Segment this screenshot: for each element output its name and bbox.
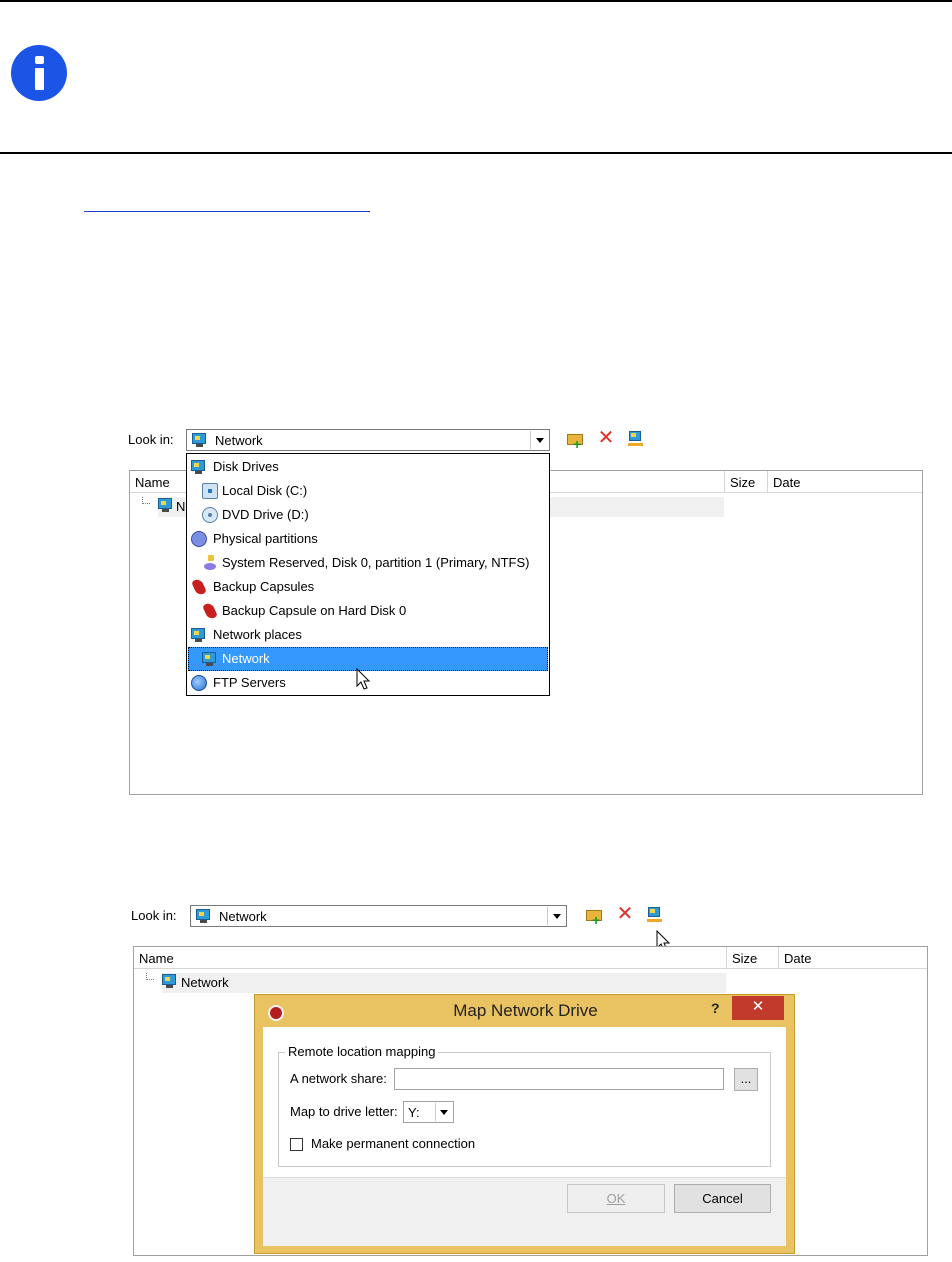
dropdown-item-physical-partitions[interactable]: Physical partitions <box>188 527 548 551</box>
dropdown-item-backup-capsules[interactable]: Backup Capsules <box>188 575 548 599</box>
browse-button[interactable]: ... <box>734 1068 758 1091</box>
map-network-drive-button[interactable] <box>644 904 666 926</box>
red-x-icon: ✕ <box>597 427 615 449</box>
dropdown-item-backup-capsule-hd0[interactable]: Backup Capsule on Hard Disk 0 <box>188 599 548 623</box>
dropdown-item-label: Network <box>222 651 270 666</box>
drive-letter-value: Y: <box>408 1105 420 1120</box>
delete-button[interactable]: ✕ <box>595 428 617 450</box>
group-title: Remote location mapping <box>285 1044 439 1059</box>
dropdown-item-dvd-drive[interactable]: DVD Drive (D:) <box>188 503 548 527</box>
network-monitor-icon <box>196 909 212 923</box>
close-button[interactable]: ✕ <box>732 996 784 1020</box>
dropdown-item-label: Physical partitions <box>213 531 318 546</box>
tree-item-network[interactable]: Network <box>181 975 229 990</box>
permanent-connection-label: Make permanent connection <box>311 1136 476 1151</box>
hyperlink-underline[interactable] <box>84 211 370 212</box>
dropdown-item-label: Network places <box>213 627 302 642</box>
column-date[interactable]: Date <box>768 471 922 493</box>
tree-item-network[interactable]: N <box>176 499 185 514</box>
map-network-icon <box>648 907 660 917</box>
column-size[interactable]: Size <box>727 947 779 969</box>
ok-button[interactable]: OK <box>567 1184 665 1213</box>
column-date[interactable]: Date <box>779 947 927 969</box>
tree-connector <box>142 497 150 504</box>
map-network-drive-dialog: Map Network Drive ? ✕ Remote location ma… <box>254 994 795 1254</box>
ok-button-label: OK <box>606 1191 626 1206</box>
dropdown-item-label: Local Disk (C:) <box>222 483 308 498</box>
look-in-value: Network <box>215 433 263 448</box>
column-name[interactable]: Name <box>134 947 727 969</box>
combo-dropdown-button[interactable] <box>530 431 548 449</box>
physical-partitions-icon <box>191 531 207 547</box>
delete-button[interactable]: ✕ <box>614 904 636 926</box>
dropdown-item-label: Disk Drives <box>213 459 279 474</box>
network-share-label: A network share: <box>290 1071 387 1086</box>
network-monitor-icon <box>162 974 178 988</box>
mouse-cursor-icon <box>356 668 371 690</box>
dropdown-item-label: System Reserved, Disk 0, partition 1 (Pr… <box>222 555 530 570</box>
look-in-value: Network <box>219 909 267 924</box>
backup-capsule-icon <box>202 601 218 621</box>
network-monitor-icon <box>191 628 207 642</box>
look-in-combo[interactable]: Network <box>190 905 567 927</box>
top-rule <box>0 0 952 2</box>
info-icon <box>11 45 67 101</box>
note-bottom-rule <box>0 152 952 154</box>
ftp-globe-icon <box>191 675 207 691</box>
map-network-drive-button[interactable] <box>625 428 647 450</box>
new-folder-button[interactable]: + <box>584 904 606 927</box>
local-disk-icon <box>202 483 218 499</box>
tree-connector <box>146 973 154 980</box>
network-monitor-icon <box>202 652 218 666</box>
dropdown-item-label: FTP Servers <box>213 675 286 690</box>
dropdown-item-label: Backup Capsules <box>213 579 315 594</box>
cancel-button[interactable]: Cancel <box>674 1184 771 1213</box>
dropdown-item-local-disk[interactable]: Local Disk (C:) <box>188 479 548 503</box>
look-in-dropdown-list[interactable]: Disk Drives Local Disk (C:) DVD Drive (D… <box>186 453 550 696</box>
network-monitor-icon <box>192 433 208 447</box>
chevron-down-icon <box>536 438 544 443</box>
dropdown-item-system-reserved[interactable]: System Reserved, Disk 0, partition 1 (Pr… <box>188 551 548 575</box>
dvd-drive-icon <box>202 507 218 523</box>
chevron-down-icon <box>553 914 561 919</box>
drive-letter-select[interactable]: Y: <box>403 1101 454 1123</box>
map-network-icon <box>629 431 641 441</box>
drive-letter-dropdown-button[interactable] <box>435 1103 452 1121</box>
red-x-icon: ✕ <box>616 903 634 925</box>
system-reserved-partition-icon <box>202 555 218 571</box>
network-share-input[interactable] <box>394 1068 724 1090</box>
permanent-connection-checkbox[interactable] <box>290 1138 303 1151</box>
list-header: Name Size Date <box>134 947 927 969</box>
dropdown-item-label: Backup Capsule on Hard Disk 0 <box>222 603 407 618</box>
dialog-body: Remote location mapping A network share:… <box>263 1027 786 1177</box>
look-in-label-text: Look in: <box>131 908 177 923</box>
dropdown-item-network-places[interactable]: Network places <box>188 623 548 647</box>
help-button[interactable]: ? <box>711 1000 720 1016</box>
remote-location-group: Remote location mapping A network share:… <box>278 1044 771 1167</box>
look-in-label: Look in: <box>128 432 174 447</box>
backup-capsule-icon <box>191 577 207 597</box>
tree-row-highlight <box>162 973 726 993</box>
network-monitor-icon <box>191 460 207 474</box>
network-monitor-icon <box>158 498 174 512</box>
drive-letter-label: Map to drive letter: <box>290 1104 398 1119</box>
dropdown-item-disk-drives[interactable]: Disk Drives <box>188 455 548 479</box>
dropdown-item-label: DVD Drive (D:) <box>222 507 309 522</box>
column-size[interactable]: Size <box>725 471 768 493</box>
chevron-down-icon <box>440 1110 448 1115</box>
dialog-footer: OK Cancel <box>263 1177 786 1246</box>
new-folder-button[interactable]: + <box>565 428 587 451</box>
cancel-button-label: Cancel <box>702 1191 743 1206</box>
look-in-combo[interactable]: Network <box>186 429 550 451</box>
look-in-label-text: Look in: <box>128 432 174 447</box>
look-in-label: Look in: <box>131 908 177 923</box>
combo-dropdown-button[interactable] <box>547 907 565 925</box>
